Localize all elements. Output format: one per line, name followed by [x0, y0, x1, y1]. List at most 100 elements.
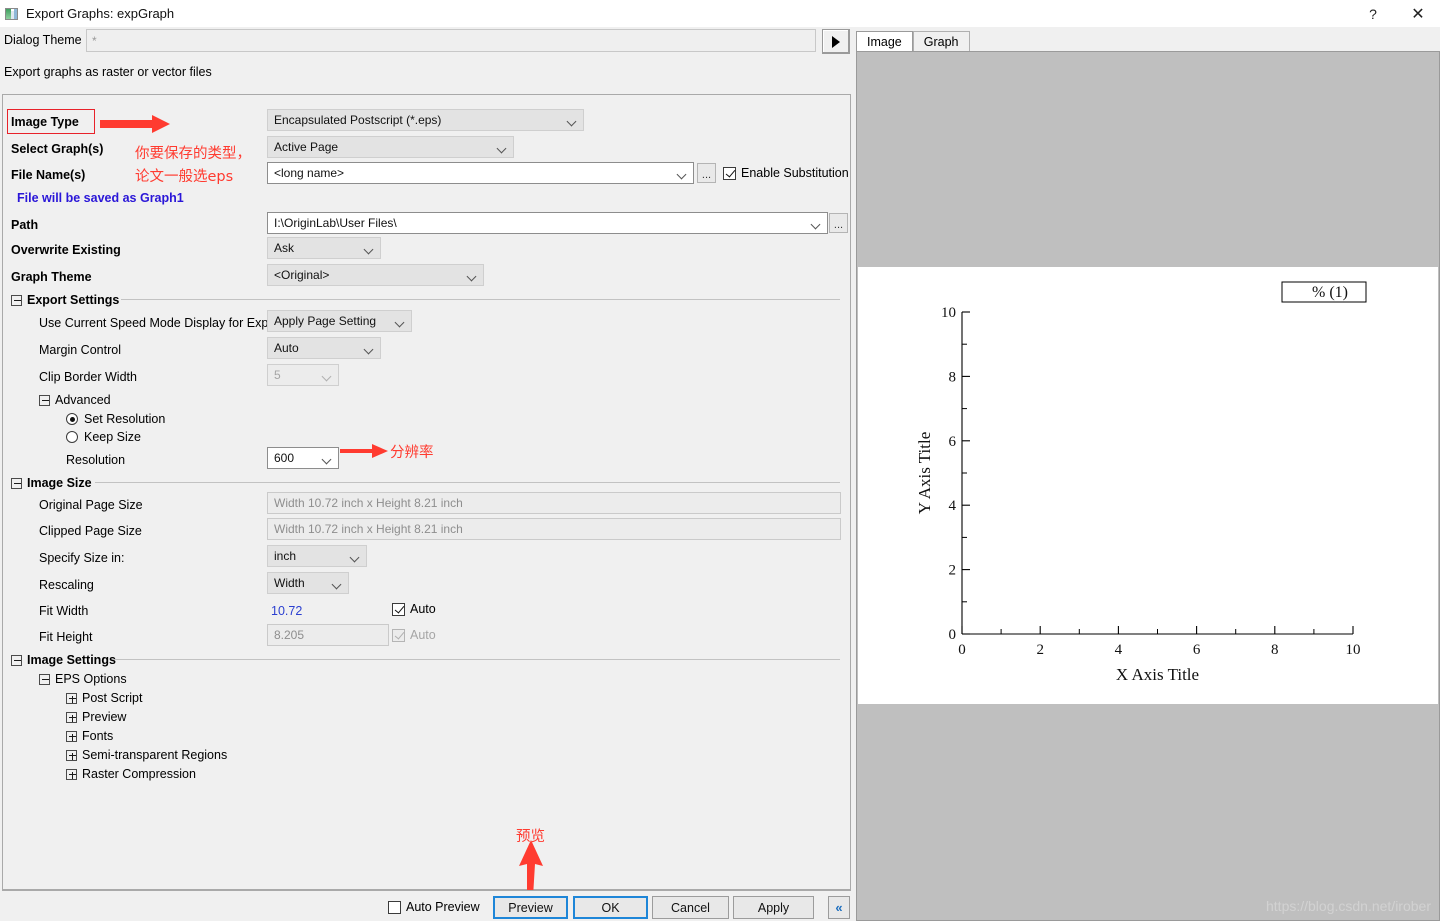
preview-button[interactable]: Preview: [493, 896, 568, 919]
export-settings-group-header[interactable]: Export Settings: [11, 293, 119, 307]
enable-substitution-checkbox[interactable]: Enable Substitution: [723, 166, 849, 180]
close-button[interactable]: ✕: [1396, 0, 1440, 27]
chevron-down-icon: [351, 554, 359, 562]
specify-size-in-combo[interactable]: inch: [267, 545, 367, 567]
dialog-subtitle: Export graphs as raster or vector files: [4, 65, 212, 79]
path-browse-button[interactable]: ...: [829, 213, 848, 233]
collapse-minus-icon: [39, 394, 50, 406]
advanced-group-label: Advanced: [55, 393, 111, 407]
overwrite-existing-label: Overwrite Existing: [11, 243, 121, 257]
preview-node[interactable]: Preview: [66, 710, 126, 724]
clipped-page-size-field: Width 10.72 inch x Height 8.21 inch: [267, 518, 841, 540]
set-resolution-radio[interactable]: Set Resolution: [66, 412, 165, 426]
clip-border-width-value: 5: [274, 368, 281, 382]
chevron-down-icon: [812, 221, 820, 229]
image-type-annotation-arrow: [100, 115, 170, 133]
graph-theme-label: Graph Theme: [11, 270, 92, 284]
file-names-browse-button[interactable]: ...: [697, 163, 716, 183]
advanced-group-header[interactable]: Advanced: [39, 393, 111, 407]
dialog-footer: Auto Preview Preview OK Cancel Apply «: [2, 890, 851, 921]
post-script-node[interactable]: Post Script: [66, 691, 142, 705]
graph-theme-combo[interactable]: <Original>: [267, 264, 484, 286]
chevron-down-icon: [333, 581, 341, 589]
svg-text:6: 6: [949, 434, 957, 450]
fit-height-auto-checkbox: Auto: [392, 628, 436, 642]
image-settings-group-label: Image Settings: [27, 653, 116, 667]
y-axis-title: Y Axis Title: [915, 432, 934, 515]
keep-size-label: Keep Size: [84, 430, 141, 444]
margin-control-value: Auto: [274, 341, 299, 355]
fit-height-auto-label: Auto: [410, 628, 436, 642]
tree-item-label: Semi-transparent Regions: [82, 748, 228, 762]
dialog-theme-input[interactable]: [86, 29, 816, 52]
ok-button[interactable]: OK: [573, 896, 648, 919]
resolution-combo[interactable]: 600: [267, 447, 339, 469]
file-names-value: <long name>: [274, 166, 345, 180]
expand-plus-icon: [66, 692, 77, 704]
speed-mode-combo[interactable]: Apply Page Setting: [267, 310, 412, 332]
resolution-annotation-text: 分辨率: [390, 445, 434, 461]
tab-image[interactable]: Image: [856, 31, 913, 51]
select-graphs-combo[interactable]: Active Page: [267, 136, 514, 158]
raster-compression-node[interactable]: Raster Compression: [66, 767, 196, 781]
original-page-size-field: Width 10.72 inch x Height 8.21 inch: [267, 492, 841, 514]
radio-selected-icon: [66, 413, 78, 425]
dialog-theme-menu-button[interactable]: [822, 29, 850, 54]
semi-transparent-regions-node[interactable]: Semi-transparent Regions: [66, 748, 227, 762]
tree-item-label: Fonts: [82, 729, 114, 743]
image-size-group-header[interactable]: Image Size: [11, 476, 92, 490]
image-settings-group-header[interactable]: Image Settings: [11, 653, 116, 667]
speed-mode-label: Use Current Speed Mode Display for Expor…: [39, 316, 283, 330]
fit-width-value[interactable]: 10.72: [271, 604, 302, 618]
clipped-page-size-label: Clipped Page Size: [39, 524, 142, 538]
expand-plus-icon: [66, 730, 77, 742]
svg-text:8: 8: [949, 369, 957, 385]
rescaling-combo[interactable]: Width: [267, 572, 349, 594]
preview-canvas[interactable]: % (1) 0 2 4 6 8 10 0 2 4 6 8 10 X Axis T…: [856, 51, 1440, 921]
chevron-down-icon: [568, 118, 576, 126]
resolution-value: 600: [274, 451, 295, 465]
file-names-combo[interactable]: <long name>: [267, 162, 694, 184]
tab-graph[interactable]: Graph: [912, 31, 970, 51]
preview-annotation-text: 预览: [516, 829, 545, 845]
image-type-annotation-line1: 你要保存的类型，: [135, 146, 251, 162]
checkbox-icon: [392, 628, 405, 642]
clip-border-width-combo[interactable]: 5: [267, 364, 339, 386]
svg-text:% (1): % (1): [1312, 284, 1348, 301]
auto-preview-checkbox[interactable]: Auto Preview: [388, 900, 480, 914]
clipped-page-size-value: Width 10.72 inch x Height 8.21 inch: [274, 522, 463, 536]
svg-text:6: 6: [1193, 642, 1201, 658]
expand-plus-icon: [66, 749, 77, 761]
cancel-button[interactable]: Cancel: [652, 896, 729, 919]
help-button[interactable]: ?: [1350, 0, 1396, 27]
fit-width-auto-checkbox[interactable]: Auto: [392, 602, 436, 616]
svg-text:2: 2: [1036, 642, 1044, 658]
save-notice-text: File will be saved as Graph1: [17, 191, 184, 205]
eps-options-node[interactable]: EPS Options: [39, 672, 127, 686]
fit-width-label: Fit Width: [39, 604, 89, 618]
fonts-node[interactable]: Fonts: [66, 729, 113, 743]
select-graphs-value: Active Page: [274, 140, 339, 154]
svg-text:4: 4: [949, 498, 957, 514]
watermark-text: https://blog.csdn.net/irober: [1266, 898, 1431, 914]
preview-panel: Image Graph % (1) 0 2 4 6 8 10 0 2 4 6 8…: [856, 31, 1440, 921]
path-value: I:\OriginLab\User Files\: [274, 216, 397, 230]
graph-theme-value: <Original>: [274, 268, 330, 282]
play-arrow-icon: [832, 35, 840, 48]
apply-button[interactable]: Apply: [733, 896, 814, 919]
chevron-down-icon: [323, 373, 331, 381]
fit-height-label: Fit Height: [39, 630, 93, 644]
collapse-panel-button[interactable]: «: [828, 896, 850, 919]
svg-text:2: 2: [949, 563, 957, 579]
graph-page: % (1) 0 2 4 6 8 10 0 2 4 6 8 10 X Axis T…: [858, 267, 1438, 704]
fit-height-field: 8.205: [267, 624, 389, 646]
path-combo[interactable]: I:\OriginLab\User Files\: [267, 212, 828, 234]
image-type-combo[interactable]: Encapsulated Postscript (*.eps): [267, 109, 584, 131]
overwrite-existing-combo[interactable]: Ask: [267, 237, 381, 259]
margin-control-combo[interactable]: Auto: [267, 337, 381, 359]
window-controls: ? ✕: [1350, 0, 1440, 27]
keep-size-radio[interactable]: Keep Size: [66, 430, 141, 444]
graph-plot: % (1) 0 2 4 6 8 10 0 2 4 6 8 10 X Axis T…: [915, 281, 1367, 684]
chevron-down-icon: [365, 346, 373, 354]
chevron-down-icon: [468, 273, 476, 281]
